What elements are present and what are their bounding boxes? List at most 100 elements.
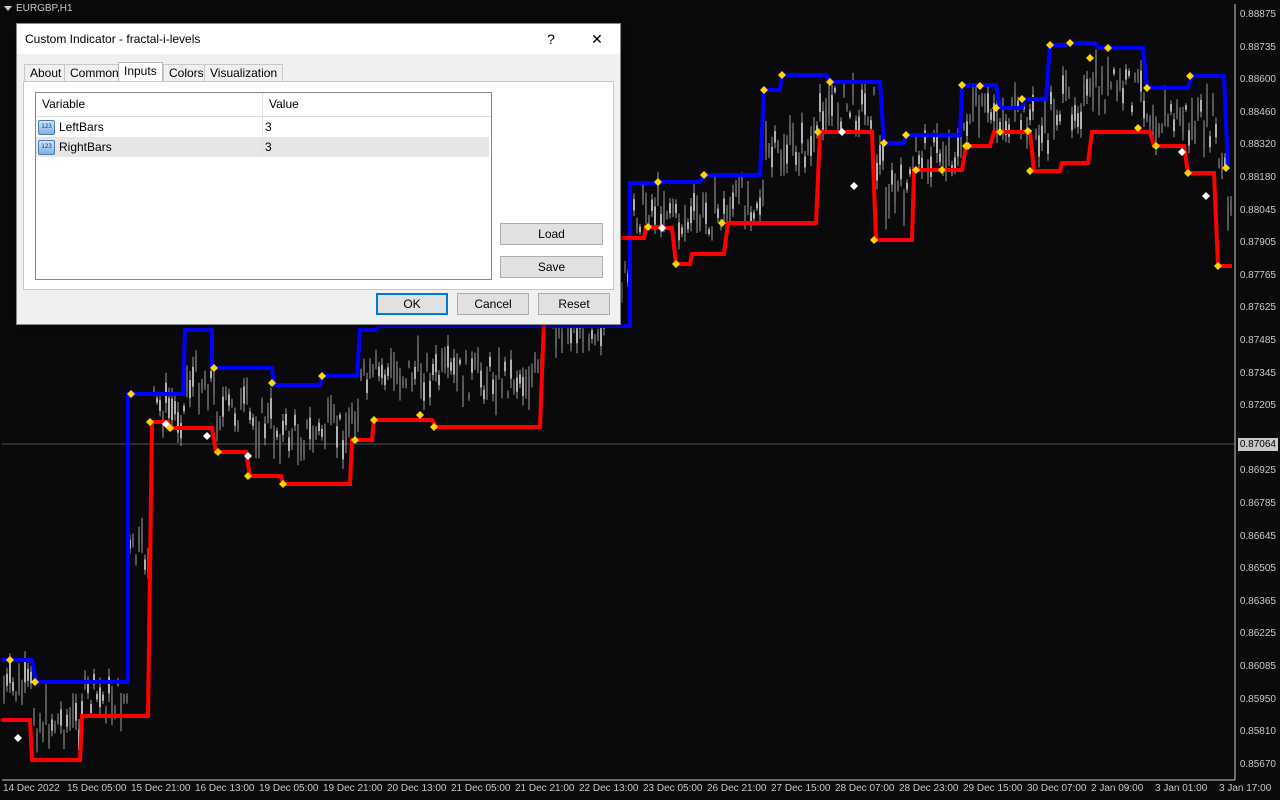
chevron-down-icon[interactable]: [4, 6, 12, 11]
candle-body: [528, 377, 530, 399]
candle-body: [741, 176, 743, 184]
candle-body: [981, 96, 983, 104]
candle-body: [102, 694, 104, 701]
candle-body: [1095, 58, 1097, 78]
close-icon[interactable]: ✕: [583, 28, 611, 50]
candle-body: [288, 437, 290, 451]
candle-body: [270, 398, 272, 419]
time-tick-label: 3 Jan 17:00: [1219, 783, 1272, 794]
candle-body: [762, 186, 764, 200]
fractal-marker: [370, 416, 378, 424]
candle-body: [1011, 100, 1013, 107]
candle-body: [1038, 135, 1040, 157]
candle-body: [426, 357, 428, 367]
candle-body: [480, 370, 482, 388]
price-tick-label: 0.88875: [1239, 9, 1276, 20]
candle-body: [717, 208, 719, 218]
price-tick-label: 0.85810: [1239, 726, 1276, 738]
candle-body: [6, 673, 8, 686]
candle-body: [819, 93, 821, 112]
table-row[interactable]: 123 RightBars 3: [36, 137, 489, 157]
candle-body: [822, 111, 824, 131]
candle-body: [357, 406, 359, 424]
candle-body: [1215, 124, 1217, 138]
candle-body: [339, 414, 341, 419]
candle-body: [57, 716, 59, 722]
candle-body: [243, 386, 245, 404]
candle-body: [327, 403, 329, 417]
candle-body: [462, 383, 464, 400]
candle-body: [753, 212, 755, 219]
candle-body: [654, 206, 656, 225]
ok-button[interactable]: OK: [376, 293, 448, 315]
chart-symbol-label[interactable]: EURGBP,H1: [4, 3, 73, 14]
candle-body: [66, 714, 68, 727]
candle-body: [1134, 74, 1136, 80]
candle-body: [795, 152, 797, 165]
dialog-titlebar[interactable]: Custom Indicator - fractal-i-levels ? ✕: [17, 24, 620, 54]
candle-body: [39, 717, 41, 728]
candle-body: [804, 156, 806, 168]
candle-body: [96, 693, 98, 700]
candle-body: [639, 226, 641, 233]
candle-body: [537, 362, 539, 370]
candle-body: [1146, 115, 1148, 121]
candle-body: [474, 356, 476, 366]
save-button[interactable]: Save: [500, 256, 603, 278]
candle-body: [636, 221, 638, 230]
reset-button[interactable]: Reset: [538, 293, 610, 315]
candle-body: [600, 327, 602, 347]
time-tick-label: 23 Dec 05:00: [643, 783, 703, 794]
price-tick-label: 0.87485: [1239, 335, 1276, 346]
column-header-value[interactable]: Value: [263, 93, 299, 116]
tab-inputs[interactable]: Inputs: [118, 62, 163, 83]
candle-body: [375, 354, 377, 365]
candle-body: [855, 120, 857, 132]
fractal-marker: [902, 131, 910, 139]
candle-body: [1041, 125, 1043, 143]
help-icon[interactable]: ?: [537, 28, 565, 50]
row-variable-cell: 123 RightBars: [38, 137, 112, 157]
candle-body: [1143, 100, 1145, 119]
candle-body: [834, 87, 836, 93]
tab-visualization[interactable]: Visualization: [204, 64, 284, 82]
tab-common[interactable]: Common: [64, 64, 125, 82]
candle-body: [408, 362, 410, 367]
inputs-grid[interactable]: Variable Value 123 LeftBars 3 123 RightB…: [35, 92, 492, 280]
candle-body: [1167, 116, 1169, 124]
candle-body: [708, 229, 710, 235]
candle-body: [273, 433, 275, 451]
candle-body: [384, 374, 386, 386]
candle-body: [402, 379, 404, 386]
white-fractal-marker: [850, 182, 858, 190]
candle-body: [444, 353, 446, 367]
candle-body: [756, 203, 758, 209]
candle-body: [12, 681, 14, 691]
row-value-cell[interactable]: 3: [265, 137, 272, 157]
candle-body: [672, 203, 674, 213]
candle-body: [798, 158, 800, 171]
candle-body: [810, 136, 812, 156]
candle-body: [1203, 129, 1205, 149]
candle-body: [9, 663, 11, 684]
candle-body: [918, 155, 920, 165]
candle-body: [681, 227, 683, 234]
column-header-variable[interactable]: Variable: [36, 93, 85, 116]
cancel-button[interactable]: Cancel: [457, 293, 529, 315]
candle-body: [186, 373, 188, 390]
load-button[interactable]: Load: [500, 223, 603, 245]
table-row[interactable]: 123 LeftBars 3: [36, 117, 489, 137]
tab-colors[interactable]: Colors: [163, 64, 210, 82]
candle-body: [789, 122, 791, 138]
candle-body: [1050, 91, 1052, 105]
fractal-marker: [958, 81, 966, 89]
row-value-cell[interactable]: 3: [265, 117, 272, 137]
candle-body: [228, 394, 230, 406]
candle-body: [225, 389, 227, 397]
tab-about[interactable]: About: [24, 64, 68, 82]
candle-body: [303, 444, 305, 456]
fractal-marker: [760, 86, 768, 94]
candle-body: [888, 192, 890, 210]
candle-body: [15, 693, 17, 699]
row-variable-cell: 123 LeftBars: [38, 117, 104, 137]
